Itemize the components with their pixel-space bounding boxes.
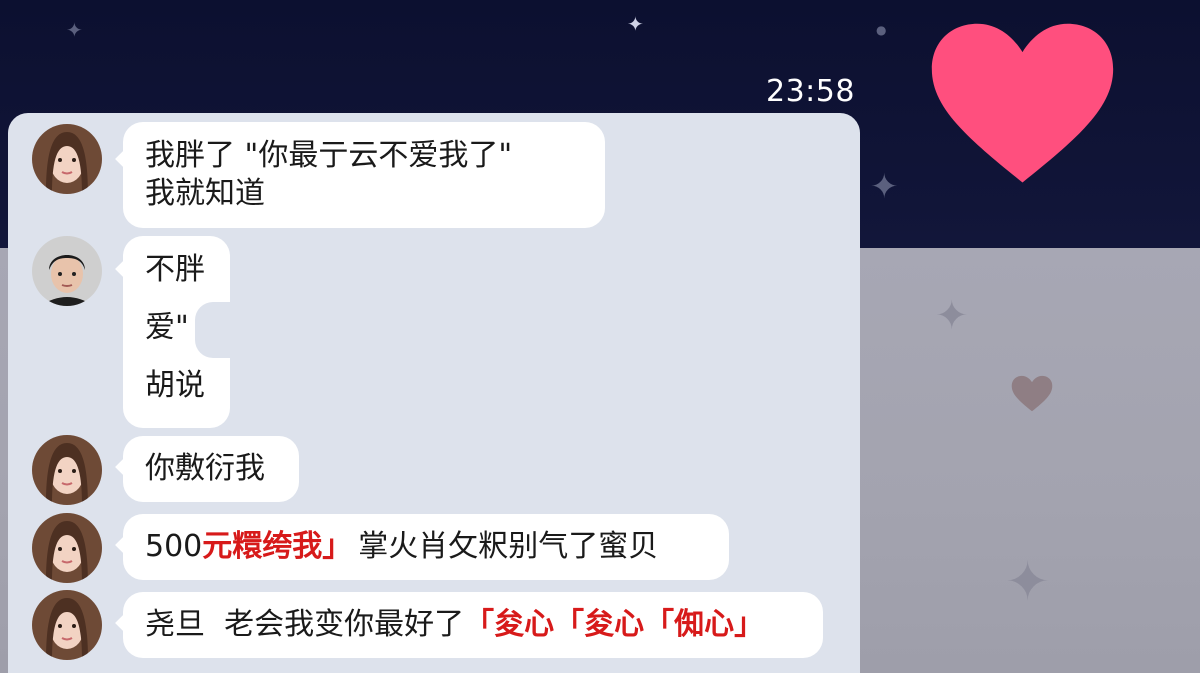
sparkle-icon: ✦ (627, 12, 644, 36)
avatar-male[interactable] (32, 236, 102, 306)
sparkle-icon: ✦ (1005, 550, 1051, 613)
sparkle-icon: ● (876, 23, 887, 37)
message-bubble[interactable]: 你敷衍我 (123, 436, 299, 502)
avatar-female[interactable] (32, 435, 102, 505)
message-text-highlight: 「夋心「夋心「倁心」 (464, 607, 765, 642)
message-text: 掌火肖攵粎别气了蜜贝 (358, 529, 659, 564)
heart-icon (931, 23, 1114, 183)
message-text: 你敷衍我 (145, 451, 265, 486)
message-text: 我胖了 "你最亍云不爱我了" (145, 138, 513, 173)
heart-icon (1011, 375, 1053, 412)
sparkle-icon: ✦ (66, 18, 83, 42)
sparkle-icon: ✦ (935, 293, 969, 339)
sparkle-icon: ✦ (870, 167, 899, 207)
message-text-highlight: 元糫绔我」 (202, 529, 353, 564)
message-text: 不胖 (145, 252, 205, 287)
message-text: 我就知道 (145, 176, 265, 211)
message-text: 尧旦 老会我变你最好了 (145, 607, 465, 642)
status-time: 23:58 (766, 74, 855, 109)
message-bubble[interactable]: 500元糫绔我」 掌火肖攵粎别气了蜜贝 (123, 514, 729, 580)
bubble-notch (195, 302, 235, 358)
message-text: 胡说 (145, 368, 205, 403)
message-bubble[interactable]: 尧旦 老会我变你最好了「夋心「夋心「倁心」 (123, 592, 823, 658)
message-bubble[interactable]: 我胖了 "你最亍云不爱我了" 我就知道 (123, 122, 605, 228)
avatar-female[interactable] (32, 590, 102, 660)
avatar-female[interactable] (32, 513, 102, 583)
avatar-female[interactable] (32, 124, 102, 194)
message-text: 500 (145, 529, 203, 564)
